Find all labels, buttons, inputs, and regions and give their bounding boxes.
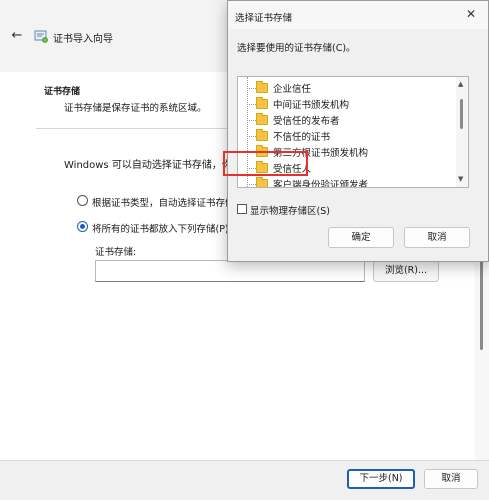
tree-item-untrusted-certificates[interactable]: 不信任的证书: [238, 128, 456, 144]
folder-icon: [256, 177, 268, 187]
tree-item-client-auth-issuers[interactable]: 客户端身份验证颁发者: [238, 176, 456, 188]
tree-item-intermediate-ca[interactable]: 中间证书颁发机构: [238, 96, 456, 112]
back-arrow-icon[interactable]: ←: [9, 28, 25, 44]
certificate-icon: [34, 30, 48, 43]
close-icon[interactable]: ✕: [464, 7, 478, 21]
tree-item-label: 企业信任: [273, 84, 312, 95]
ok-button[interactable]: 确定: [328, 227, 394, 248]
next-button[interactable]: 下一步(N): [347, 469, 415, 489]
folder-icon: [256, 129, 268, 141]
certificate-store-field[interactable]: [95, 260, 365, 282]
page-description: 证书存储是保存证书的系统区域。: [64, 103, 207, 114]
scroll-up-icon[interactable]: ▲: [458, 80, 463, 88]
tree-item-label: 客户端身份验证颁发者: [273, 180, 369, 188]
tree-item-trusted-publishers[interactable]: 受信任的发布者: [238, 112, 456, 128]
show-physical-stores-label[interactable]: 显示物理存储区(S): [250, 203, 330, 217]
browse-button[interactable]: 浏览(R)...: [373, 260, 439, 282]
highlight-annotation-box: [223, 151, 308, 176]
tree-item-label: 中间证书颁发机构: [273, 100, 350, 111]
place-in-store-radio[interactable]: [77, 221, 88, 232]
auto-select-store-radio[interactable]: [77, 195, 88, 206]
folder-icon: [256, 97, 268, 109]
select-certificate-store-dialog: 选择证书存储 ✕ 选择要使用的证书存储(C)。 企业信任 中间证书颁发机构 受信…: [227, 0, 489, 262]
folder-icon: [256, 81, 268, 93]
page-heading: 证书存储: [44, 87, 81, 97]
tree-item-label: 不信任的证书: [273, 132, 331, 143]
wizard-footer: [0, 460, 489, 500]
tree-item-label: 受信任的发布者: [273, 116, 340, 127]
auto-select-store-label[interactable]: 根据证书类型，自动选择证书存储: [92, 195, 235, 209]
tree-scrollbar[interactable]: ▲ ▼: [456, 77, 468, 187]
dialog-cancel-button[interactable]: 取消: [404, 227, 470, 248]
certificate-store-label: 证书存储:: [95, 247, 137, 258]
auto-select-description: Windows 可以自动选择证书存储，你也: [64, 160, 242, 171]
dialog-title: 选择证书存储: [235, 13, 293, 24]
wizard-cancel-button[interactable]: 取消: [424, 469, 478, 489]
dialog-prompt: 选择要使用的证书存储(C)。: [237, 43, 356, 54]
wizard-title: 证书导入向导: [53, 34, 113, 45]
tree-item-enterprise-trust[interactable]: 企业信任: [238, 80, 456, 96]
place-in-store-label[interactable]: 将所有的证书都放入下列存储(P): [92, 221, 229, 235]
show-physical-stores-checkbox[interactable]: [237, 204, 247, 214]
scroll-down-icon[interactable]: ▼: [458, 175, 463, 183]
tree-scrollbar-thumb[interactable]: [460, 99, 463, 129]
folder-icon: [256, 113, 268, 125]
